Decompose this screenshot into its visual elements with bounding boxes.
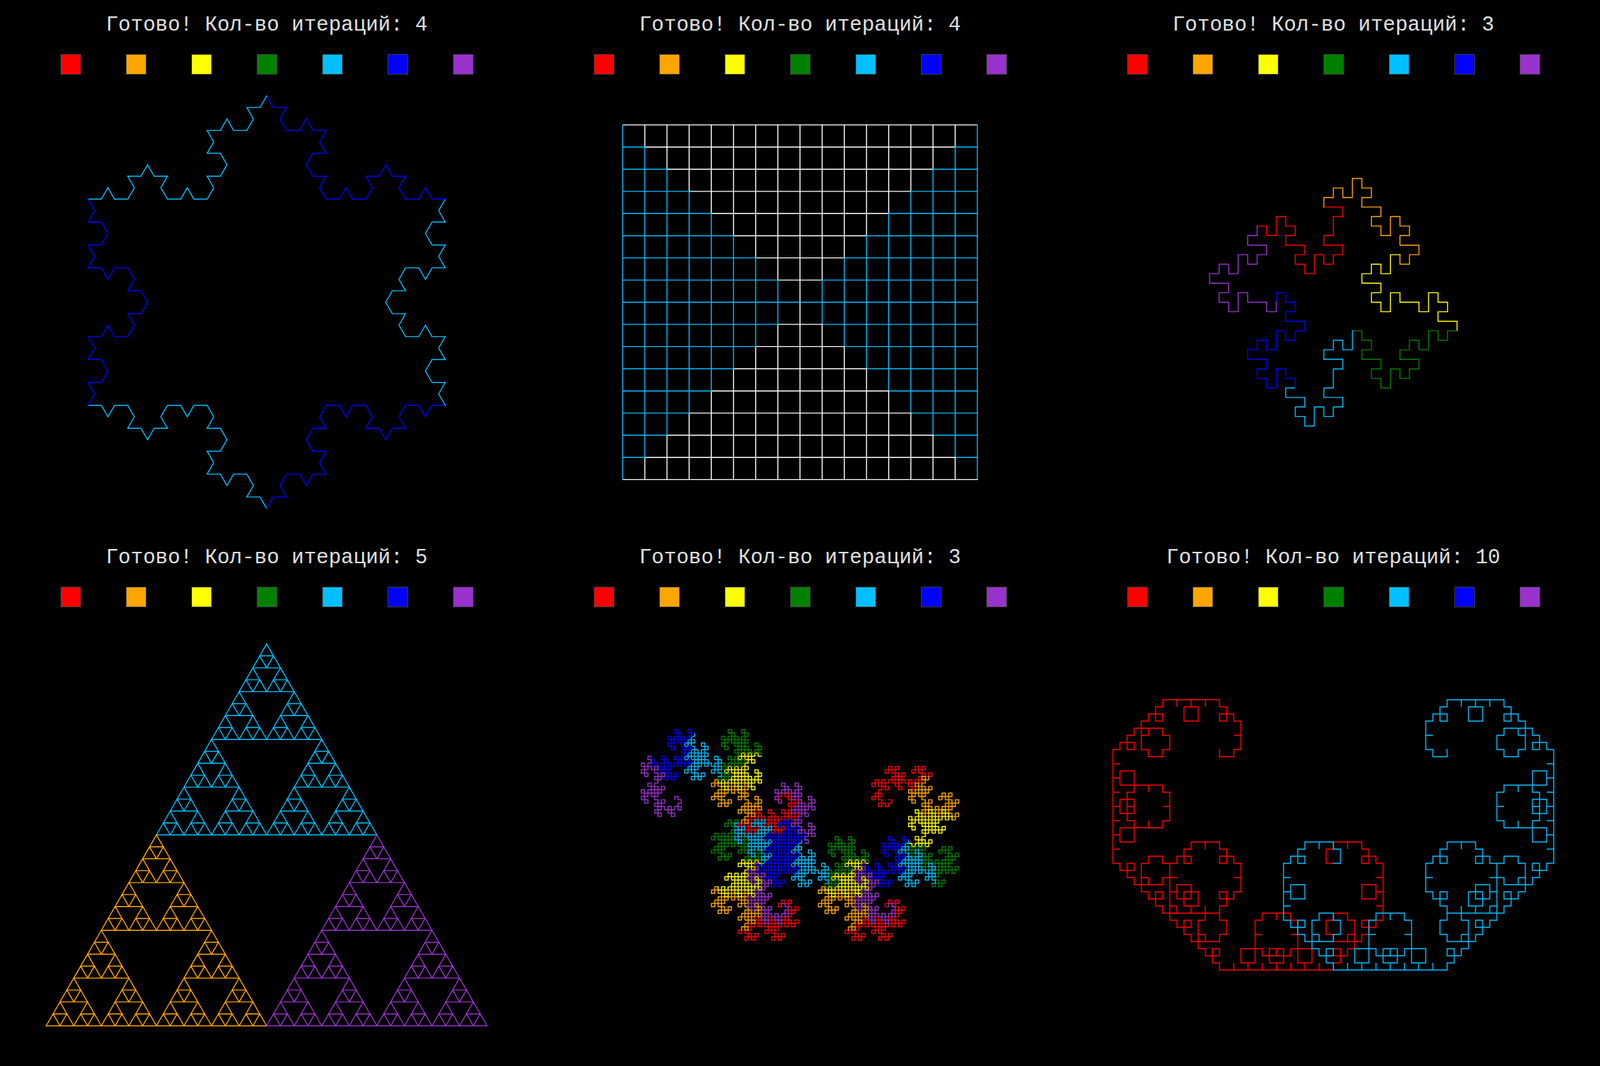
fractal-stroke xyxy=(156,644,377,835)
color-palette xyxy=(593,586,1007,608)
fractal-drawing xyxy=(572,88,1028,516)
fractal-stroke xyxy=(1352,330,1458,388)
color-palette xyxy=(60,586,474,608)
fractal-drawing xyxy=(39,88,495,516)
status-text: Готово! Кол-во итераций: 4 xyxy=(105,12,428,38)
fractal-panel: Готово! Кол-во итераций: 5 xyxy=(0,532,534,1066)
color-swatch[interactable] xyxy=(1192,54,1214,75)
color-swatch[interactable] xyxy=(125,586,147,608)
color-swatch[interactable] xyxy=(790,54,811,75)
iteration-count: 3 xyxy=(1481,12,1495,38)
status-text: Готово! Кол-во итераций: 5 xyxy=(105,545,428,571)
color-swatch[interactable] xyxy=(387,586,409,608)
color-swatch[interactable] xyxy=(920,586,942,608)
fractal-stroke xyxy=(718,753,953,897)
status-text: Готово! Кол-во итераций: 3 xyxy=(639,545,961,571)
color-swatch[interactable] xyxy=(1257,54,1279,75)
status-label: Готово! Кол-во итераций: xyxy=(1166,545,1464,571)
color-swatch[interactable] xyxy=(1388,54,1410,75)
fractal-stroke xyxy=(1361,254,1458,331)
color-swatch[interactable] xyxy=(724,54,746,75)
fractal-stroke xyxy=(46,834,267,1026)
fractal-stroke xyxy=(1283,699,1554,970)
color-swatch[interactable] xyxy=(322,586,343,608)
color-swatch[interactable] xyxy=(1454,54,1475,75)
color-swatch[interactable] xyxy=(855,586,877,608)
color-palette xyxy=(593,54,1007,75)
color-swatch[interactable] xyxy=(1519,586,1541,608)
status-label: Готово! Кол-во итераций: xyxy=(105,545,404,571)
fractal-panel: Готово! Кол-во итераций: 3 xyxy=(533,532,1067,1066)
color-swatch[interactable] xyxy=(387,54,409,75)
color-swatch[interactable] xyxy=(593,586,615,608)
color-swatch[interactable] xyxy=(1454,586,1475,608)
color-swatch[interactable] xyxy=(1323,54,1344,75)
color-swatch[interactable] xyxy=(322,54,343,75)
iteration-count: 5 xyxy=(415,545,428,571)
fractal-stroke xyxy=(266,96,446,200)
fractal-stroke xyxy=(622,125,800,480)
status-text: Готово! Кол-во итераций: 10 xyxy=(1166,545,1500,571)
color-swatch[interactable] xyxy=(986,54,1007,75)
fractal-stroke xyxy=(1324,178,1420,264)
color-swatch[interactable] xyxy=(659,586,680,608)
color-swatch[interactable] xyxy=(191,586,212,608)
status-label: Готово! Кол-во итераций: xyxy=(1172,12,1470,38)
fractal-stroke xyxy=(641,756,896,924)
status-text: Готово! Кол-во итераций: 4 xyxy=(639,12,961,38)
color-swatch[interactable] xyxy=(125,54,147,75)
color-swatch[interactable] xyxy=(60,54,82,75)
iteration-count: 4 xyxy=(948,12,961,38)
fractal-stroke xyxy=(1112,699,1384,970)
color-swatch[interactable] xyxy=(920,54,942,75)
color-swatch[interactable] xyxy=(1257,586,1279,608)
color-swatch[interactable] xyxy=(1519,54,1541,75)
fractal-drawing xyxy=(1105,88,1561,516)
color-swatch[interactable] xyxy=(855,54,877,75)
color-palette xyxy=(1127,54,1541,75)
fractal-panel: Готово! Кол-во итераций: 4 xyxy=(0,0,534,533)
status-label: Готово! Кол-во итераций: xyxy=(639,545,937,571)
fractal-stroke xyxy=(266,834,488,1026)
color-swatch[interactable] xyxy=(256,586,278,608)
status-label: Готово! Кол-во итераций: xyxy=(639,12,937,38)
color-swatch[interactable] xyxy=(986,586,1007,608)
color-swatch[interactable] xyxy=(1323,586,1344,608)
iteration-count: 4 xyxy=(415,12,428,38)
color-palette xyxy=(1127,586,1541,608)
fractal-stroke xyxy=(266,405,446,509)
iteration-count: 3 xyxy=(948,545,961,571)
iteration-count: 10 xyxy=(1475,545,1501,571)
fractal-stroke xyxy=(651,729,909,887)
fractal-stroke xyxy=(88,405,267,509)
color-swatch[interactable] xyxy=(790,586,811,608)
fractal-stroke xyxy=(1209,226,1277,312)
color-swatch[interactable] xyxy=(1388,586,1410,608)
fractal-drawing xyxy=(572,621,1028,1049)
color-swatch[interactable] xyxy=(452,54,474,75)
fractal-panel: Готово! Кол-во итераций: 10 xyxy=(1066,532,1600,1066)
color-swatch[interactable] xyxy=(256,54,278,75)
color-swatch[interactable] xyxy=(452,586,474,608)
fractal-stroke xyxy=(1257,206,1343,274)
color-swatch[interactable] xyxy=(191,54,212,75)
color-swatch[interactable] xyxy=(659,54,680,75)
color-swatch[interactable] xyxy=(60,586,82,608)
fractal-panel: Готово! Кол-во итераций: 4 xyxy=(533,0,1067,533)
fractal-panel: Готово! Кол-во итераций: 3 xyxy=(1066,0,1600,533)
color-swatch[interactable] xyxy=(1127,586,1148,608)
fractal-stroke xyxy=(385,199,446,406)
status-label: Готово! Кол-во итераций: xyxy=(105,12,404,38)
fractal-drawing xyxy=(39,621,495,1049)
fractal-grid: Готово! Кол-во итераций:4Готово! Кол-во … xyxy=(0,0,1600,1066)
status-text: Готово! Кол-во итераций: 3 xyxy=(1172,12,1495,38)
fractal-drawing xyxy=(1105,621,1561,1049)
fractal-stroke xyxy=(88,199,148,406)
color-swatch[interactable] xyxy=(593,54,615,75)
color-swatch[interactable] xyxy=(1192,586,1214,608)
color-palette xyxy=(60,54,474,75)
color-swatch[interactable] xyxy=(1127,54,1148,75)
fractal-stroke xyxy=(88,96,267,200)
color-swatch[interactable] xyxy=(724,586,746,608)
